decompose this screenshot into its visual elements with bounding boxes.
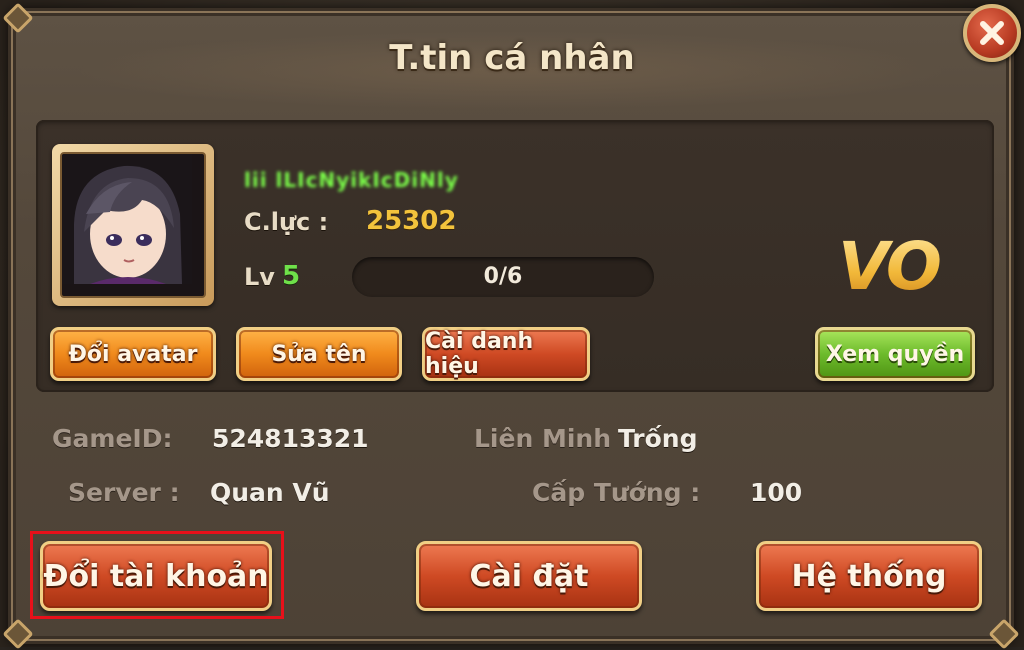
dialog-title: T.tin cá nhân (389, 38, 635, 78)
server-value: Quan Vũ (210, 478, 330, 507)
close-icon (980, 21, 1004, 45)
avatar[interactable] (52, 144, 214, 306)
gameid-label: GameID: (52, 424, 173, 453)
close-button[interactable] (963, 4, 1021, 62)
alliance-label: Liên Minh (474, 424, 611, 453)
alliance-value: Trống (618, 424, 698, 453)
avatar-portrait (60, 152, 206, 298)
vip-badge: VO (838, 228, 958, 308)
gameid-value: 524813321 (212, 424, 369, 453)
settings-button[interactable]: Cài đặt (416, 541, 642, 611)
combat-power-label: C.lực : (244, 208, 329, 236)
server-label: Server : (68, 478, 180, 507)
exp-progress-text: 0/6 (483, 264, 523, 289)
player-name: lii lLIcNyikIcDiNly (244, 168, 459, 192)
level-label: Lv (244, 263, 275, 291)
change-avatar-button[interactable]: Đổi avatar (50, 327, 216, 381)
system-button[interactable]: Hệ thống (756, 541, 982, 611)
set-title-button[interactable]: Cài danh hiệu (422, 327, 590, 381)
rename-button[interactable]: Sửa tên (236, 327, 402, 381)
view-rights-button[interactable]: Xem quyền (815, 327, 975, 381)
combat-power-value: 25302 (366, 206, 457, 236)
exp-progress-bar: 0/6 (352, 257, 654, 297)
general-level-value: 100 (750, 478, 803, 507)
level-value: 5 (282, 261, 301, 291)
switch-account-button[interactable]: Đổi tài khoản (40, 541, 272, 611)
general-level-label: Cấp Tướng : (532, 478, 701, 507)
character-portrait-icon (62, 154, 192, 284)
